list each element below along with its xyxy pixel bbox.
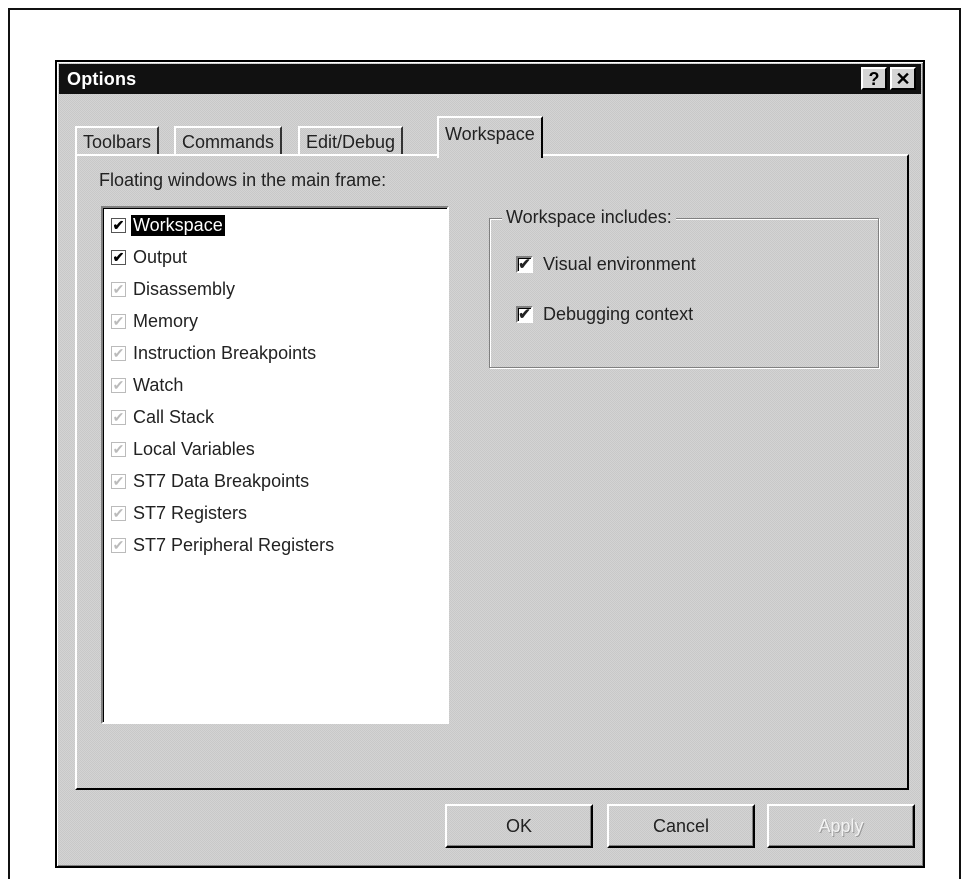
tab-edit-debug[interactable]: Edit/Debug bbox=[298, 126, 404, 156]
list-item[interactable]: ✔ ST7 Peripheral Registers bbox=[111, 532, 336, 558]
list-item-label: ST7 Registers bbox=[133, 502, 248, 523]
check-icon[interactable]: ✔ bbox=[111, 505, 126, 521]
list-item[interactable]: ✔ Instruction Breakpoints bbox=[111, 340, 318, 366]
list-item[interactable]: ✔ Workspace bbox=[111, 212, 225, 238]
ok-button[interactable]: OK bbox=[445, 804, 593, 848]
check-icon[interactable]: ✔ bbox=[111, 537, 126, 553]
check-icon[interactable]: ✔ bbox=[111, 473, 126, 489]
apply-button[interactable]: Apply bbox=[767, 804, 915, 848]
list-item[interactable]: ✔ Call Stack bbox=[111, 404, 216, 430]
check-icon[interactable]: ✔ bbox=[111, 441, 126, 457]
list-item-label: Call Stack bbox=[133, 406, 215, 427]
floating-windows-label: Floating windows in the main frame: bbox=[99, 170, 387, 190]
check-icon[interactable]: ✔ bbox=[111, 217, 126, 233]
options-dialog: Options ? ✕ Toolbars Commands Edit/Debug… bbox=[55, 60, 925, 868]
list-item-label: Disassembly bbox=[133, 278, 236, 299]
floating-windows-list[interactable]: ✔ Workspace ✔ Output ✔ Disassembly ✔ Memory ✔ Ins… bbox=[101, 206, 449, 724]
list-item-label: ST7 Data Breakpoints bbox=[133, 470, 310, 491]
check-icon: ✔ bbox=[516, 255, 533, 273]
check-icon[interactable]: ✔ bbox=[111, 313, 126, 329]
title-bar[interactable]: Options ? ✕ bbox=[59, 64, 921, 94]
list-item[interactable]: ✔ Memory bbox=[111, 308, 200, 334]
list-item[interactable]: ✔ Local Variables bbox=[111, 436, 257, 462]
dialog-title: Options bbox=[67, 69, 137, 89]
help-button[interactable]: ? bbox=[861, 67, 887, 90]
check-icon[interactable]: ✔ bbox=[111, 377, 126, 393]
tab-toolbars[interactable]: Toolbars bbox=[75, 126, 160, 156]
list-item[interactable]: ✔ ST7 Registers bbox=[111, 500, 249, 526]
debugging-context-label: Debugging context bbox=[543, 303, 694, 324]
list-item[interactable]: ✔ ST7 Data Breakpoints bbox=[111, 468, 311, 494]
close-icon: ✕ bbox=[895, 68, 911, 89]
debugging-context-checkbox[interactable]: ✔ Debugging context bbox=[516, 301, 693, 327]
list-item-label: ST7 Peripheral Registers bbox=[133, 534, 335, 555]
workspace-tab-panel: Floating windows in the main frame: ✔ Wor… bbox=[75, 154, 909, 790]
workspace-includes-group: Workspace includes: ✔ Visual environment… bbox=[489, 207, 879, 368]
tab-commands[interactable]: Commands bbox=[174, 126, 283, 156]
visual-environment-label: Visual environment bbox=[543, 253, 696, 274]
list-item-label: Output bbox=[133, 246, 188, 267]
check-icon[interactable]: ✔ bbox=[111, 281, 126, 297]
list-item-label: Memory bbox=[133, 310, 199, 331]
list-item-label: Local Variables bbox=[133, 438, 255, 459]
list-item[interactable]: ✔ Output bbox=[111, 244, 189, 270]
visual-environment-checkbox[interactable]: ✔ Visual environment bbox=[516, 251, 696, 277]
close-button[interactable]: ✕ bbox=[890, 67, 916, 90]
list-item[interactable]: ✔ Disassembly bbox=[111, 276, 237, 302]
tab-workspace[interactable]: Workspace bbox=[437, 116, 543, 158]
cancel-button[interactable]: Cancel bbox=[607, 804, 755, 848]
check-icon: ✔ bbox=[516, 305, 533, 323]
list-item[interactable]: ✔ Watch bbox=[111, 372, 185, 398]
check-icon[interactable]: ✔ bbox=[111, 249, 126, 265]
check-icon[interactable]: ✔ bbox=[111, 409, 126, 425]
check-icon[interactable]: ✔ bbox=[111, 345, 126, 361]
workspace-includes-title: Workspace includes: bbox=[502, 207, 676, 228]
list-item-label: Workspace bbox=[131, 214, 225, 236]
list-item-label: Instruction Breakpoints bbox=[133, 342, 317, 363]
list-item-label: Watch bbox=[133, 374, 184, 395]
